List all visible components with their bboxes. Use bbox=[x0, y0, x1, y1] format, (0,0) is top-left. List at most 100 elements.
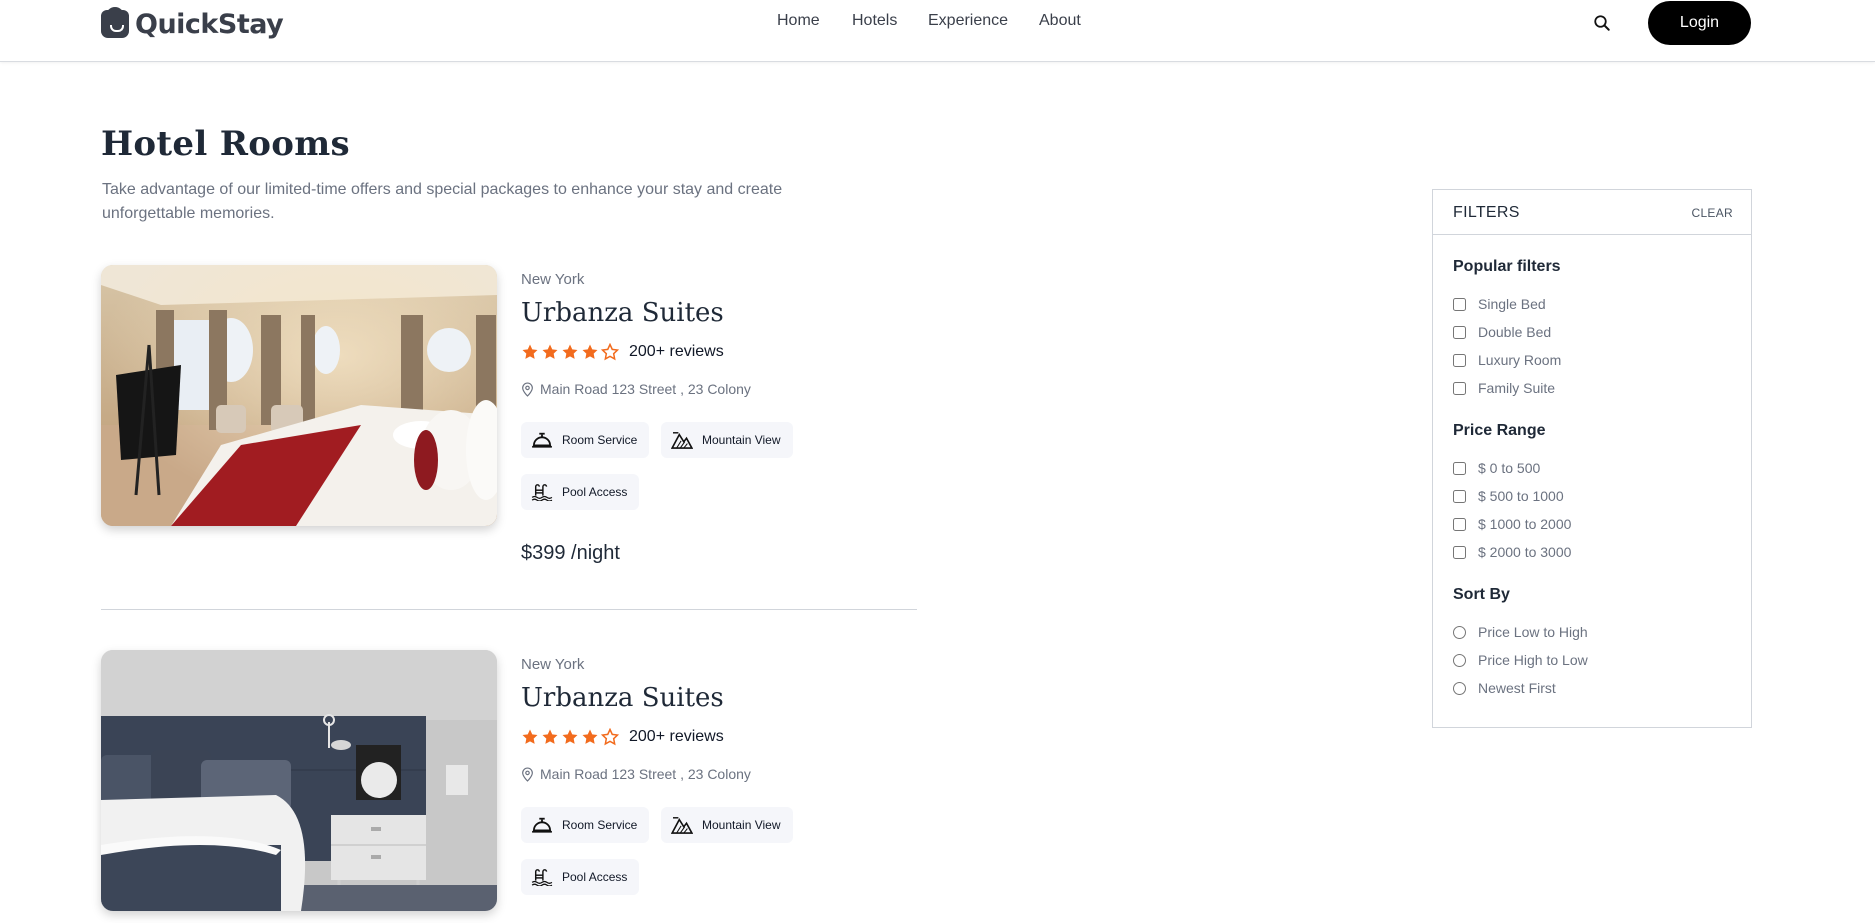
star-rating bbox=[521, 728, 619, 746]
room-address: Main Road 123 Street , 23 Colony bbox=[521, 381, 751, 397]
nav-about[interactable]: About bbox=[1039, 12, 1081, 30]
review-count: 200+ reviews bbox=[629, 728, 724, 745]
nav-experience[interactable]: Experience bbox=[928, 12, 1008, 30]
amenity-badge: Mountain View bbox=[661, 807, 793, 843]
room-name[interactable]: Urbanza Suites bbox=[521, 683, 724, 713]
option-label: $ 0 to 500 bbox=[1478, 460, 1541, 476]
star-filled-icon bbox=[562, 729, 578, 744]
star-filled-icon bbox=[522, 344, 538, 359]
filters-title: FILTERS bbox=[1453, 204, 1520, 221]
amenity-label: Mountain View bbox=[702, 433, 781, 447]
filters-panel: FILTERS CLEAR Popular filters Single Bed… bbox=[1432, 189, 1752, 728]
price-500-1000-checkbox[interactable] bbox=[1453, 489, 1466, 503]
option-label: Family Suite bbox=[1478, 380, 1556, 396]
room-photo[interactable] bbox=[101, 265, 497, 526]
price-0-500-checkbox[interactable] bbox=[1453, 461, 1466, 475]
service-bell-icon bbox=[532, 817, 552, 833]
price-1000-2000-checkbox[interactable] bbox=[1453, 517, 1466, 531]
filter-double-bed[interactable]: Double Bed bbox=[1453, 324, 1551, 340]
page-title: Hotel Rooms bbox=[101, 124, 350, 164]
nav-hotels[interactable]: Hotels bbox=[852, 12, 897, 30]
sort-newest-radio[interactable] bbox=[1453, 681, 1466, 695]
login-button[interactable]: Login bbox=[1648, 1, 1751, 45]
single-bed-checkbox[interactable] bbox=[1453, 297, 1466, 311]
room-card: New York Urbanza Suites 200+ reviews Mai… bbox=[101, 650, 917, 923]
option-label: Single Bed bbox=[1478, 296, 1546, 312]
brand-logo[interactable]: QuickStay bbox=[101, 7, 284, 40]
double-bed-checkbox[interactable] bbox=[1453, 325, 1466, 339]
filter-luxury-room[interactable]: Luxury Room bbox=[1453, 352, 1561, 368]
room-photo[interactable] bbox=[101, 650, 497, 911]
filter-price-2000-3000[interactable]: $ 2000 to 3000 bbox=[1453, 544, 1571, 560]
clear-filters-button[interactable]: CLEAR bbox=[1691, 206, 1733, 220]
option-label: Double Bed bbox=[1478, 324, 1552, 340]
option-label: Price Low to High bbox=[1478, 624, 1588, 640]
mountain-icon bbox=[671, 817, 693, 834]
nav-home[interactable]: Home bbox=[777, 12, 820, 30]
room-price: $399 /night bbox=[521, 542, 620, 564]
option-label: Price High to Low bbox=[1478, 652, 1588, 668]
star-filled-icon bbox=[582, 344, 598, 359]
filter-price-0-500[interactable]: $ 0 to 500 bbox=[1453, 460, 1540, 476]
house-icon bbox=[101, 7, 129, 38]
star-empty-icon bbox=[601, 343, 619, 361]
sort-newest-first[interactable]: Newest First bbox=[1453, 680, 1556, 696]
filter-price-500-1000[interactable]: $ 500 to 1000 bbox=[1453, 488, 1564, 504]
location-pin-icon bbox=[522, 767, 533, 782]
address-text: Main Road 123 Street , 23 Colony bbox=[540, 381, 751, 397]
mountain-icon bbox=[671, 432, 693, 449]
sort-by-title: Sort By bbox=[1453, 586, 1510, 603]
amenity-label: Pool Access bbox=[562, 485, 628, 499]
amenity-label: Mountain View bbox=[702, 818, 781, 832]
sort-high-low-radio[interactable] bbox=[1453, 653, 1466, 667]
star-filled-icon bbox=[562, 344, 578, 359]
amenity-label: Room Service bbox=[562, 818, 638, 832]
option-label: Newest First bbox=[1478, 680, 1556, 696]
location-pin-icon bbox=[522, 382, 533, 397]
room-address: Main Road 123 Street , 23 Colony bbox=[521, 766, 751, 782]
star-filled-icon bbox=[522, 729, 538, 744]
option-label: Luxury Room bbox=[1478, 352, 1562, 368]
price-2000-3000-checkbox[interactable] bbox=[1453, 545, 1466, 559]
filter-single-bed[interactable]: Single Bed bbox=[1453, 296, 1546, 312]
pool-icon bbox=[531, 869, 553, 886]
amenity-badge: Mountain View bbox=[661, 422, 793, 458]
amenity-label: Pool Access bbox=[562, 870, 628, 884]
sort-low-high-radio[interactable] bbox=[1453, 625, 1466, 639]
page-subtitle: Take advantage of our limited-time offer… bbox=[102, 181, 783, 222]
filter-family-suite[interactable]: Family Suite bbox=[1453, 380, 1555, 396]
filter-price-1000-2000[interactable]: $ 1000 to 2000 bbox=[1453, 516, 1571, 532]
amenity-label: Room Service bbox=[562, 433, 638, 447]
option-label: $ 1000 to 2000 bbox=[1478, 516, 1572, 532]
amenity-badge: Pool Access bbox=[521, 474, 640, 510]
sort-price-high-low[interactable]: Price High to Low bbox=[1453, 652, 1588, 668]
room-rating: 200+ reviews bbox=[521, 728, 724, 746]
room-city: New York bbox=[521, 656, 585, 673]
room-city: New York bbox=[521, 271, 585, 288]
option-label: $ 500 to 1000 bbox=[1478, 488, 1564, 504]
service-bell-icon bbox=[532, 432, 552, 448]
filters-header: FILTERS CLEAR bbox=[1433, 190, 1751, 235]
navbar: QuickStay Home Hotels Experience About L… bbox=[0, 0, 1875, 62]
amenity-badge: Room Service bbox=[521, 422, 650, 458]
room-divider bbox=[101, 609, 917, 610]
room-rating: 200+ reviews bbox=[521, 343, 724, 361]
option-label: $ 2000 to 3000 bbox=[1478, 544, 1572, 560]
search-icon[interactable] bbox=[1593, 14, 1611, 32]
star-rating bbox=[521, 343, 619, 361]
star-filled-icon bbox=[542, 344, 558, 359]
luxury-room-checkbox[interactable] bbox=[1453, 353, 1466, 367]
review-count: 200+ reviews bbox=[629, 343, 724, 360]
room-name[interactable]: Urbanza Suites bbox=[521, 298, 724, 328]
family-suite-checkbox[interactable] bbox=[1453, 381, 1466, 395]
room-card: New York Urbanza Suites 200+ reviews Mai… bbox=[101, 265, 917, 575]
amenity-badge: Room Service bbox=[521, 807, 650, 843]
popular-filters-title: Popular filters bbox=[1453, 258, 1561, 275]
pool-icon bbox=[531, 484, 553, 501]
star-filled-icon bbox=[582, 729, 598, 744]
sort-price-low-high[interactable]: Price Low to High bbox=[1453, 624, 1588, 640]
star-empty-icon bbox=[601, 728, 619, 746]
price-range-title: Price Range bbox=[1453, 422, 1546, 439]
brand-name: QuickStay bbox=[135, 8, 284, 40]
address-text: Main Road 123 Street , 23 Colony bbox=[540, 766, 751, 782]
